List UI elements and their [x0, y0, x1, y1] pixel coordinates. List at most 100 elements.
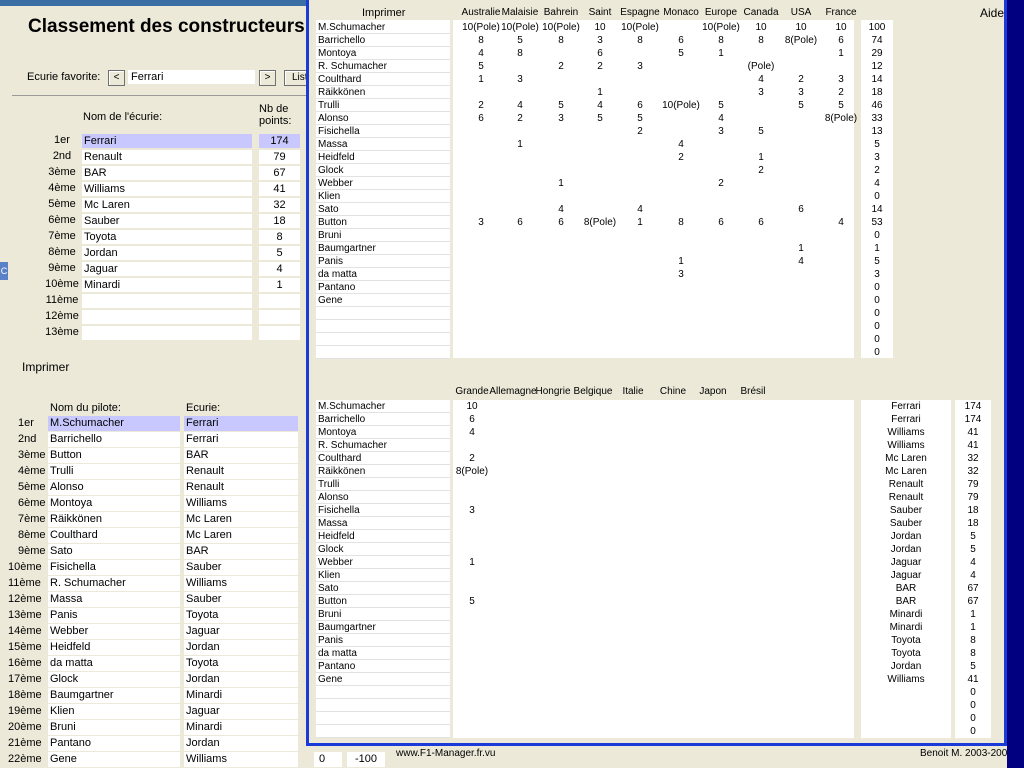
driver-team-cell[interactable]: Mc Laren [184, 528, 298, 543]
driver-team: Jordan [890, 544, 922, 555]
driver-team-cell[interactable]: Ferrari [184, 432, 298, 447]
driver-name-cell[interactable]: Sato [48, 544, 180, 559]
team-points-cell[interactable]: 32 [259, 198, 300, 212]
team-name-cell[interactable]: Minardi [82, 278, 252, 292]
print-button[interactable]: Imprimer [362, 7, 405, 19]
team-points-cell[interactable] [259, 326, 300, 340]
driver-team-cell[interactable]: Mc Laren [184, 512, 298, 527]
window-edge-tab[interactable]: C [0, 262, 8, 280]
team-name-cell[interactable]: BAR [82, 166, 252, 180]
team-name-cell[interactable]: Renault [82, 150, 252, 164]
team-name-cell[interactable] [82, 310, 252, 324]
team-points-cell[interactable]: 79 [259, 150, 300, 164]
desktop-background [1007, 0, 1024, 768]
team-rank: 10ème [45, 278, 79, 290]
team-points-cell[interactable]: 18 [259, 214, 300, 228]
team-points-cell[interactable]: 4 [259, 262, 300, 276]
next-team-button[interactable]: > [259, 70, 276, 86]
driver-name-cell[interactable]: R. Schumacher [48, 576, 180, 591]
driver-name-cell[interactable]: Alonso [48, 480, 180, 495]
driver-name-cell[interactable]: da matta [48, 656, 180, 671]
row-separator [316, 358, 450, 359]
driver-total: 0 [874, 282, 880, 293]
driver-team: Mc Laren [885, 453, 927, 464]
help-link[interactable]: Aide [980, 6, 1004, 20]
team-points: 18 [967, 505, 979, 516]
driver-name-cell[interactable]: Barrichello [48, 432, 180, 447]
team-name-cell[interactable] [82, 326, 252, 340]
team-points-cell[interactable]: 8 [259, 230, 300, 244]
driver-name-cell[interactable]: M.Schumacher [48, 416, 180, 431]
previous-team-button[interactable]: < [108, 70, 125, 86]
driver-team-cell[interactable]: Williams [184, 576, 298, 591]
driver-team-cell[interactable]: Jordan [184, 736, 298, 751]
driver-name-cell[interactable]: Massa [48, 592, 180, 607]
driver-name-cell[interactable]: Coulthard [48, 528, 180, 543]
race-result: 1 [838, 48, 844, 59]
driver-team-cell[interactable]: Minardi [184, 720, 298, 735]
driver-name-cell[interactable]: Button [48, 448, 180, 463]
driver-team-cell[interactable]: Toyota [184, 656, 298, 671]
driver-team-cell[interactable]: Ferrari [184, 416, 298, 431]
driver-team-cell[interactable]: Toyota [184, 608, 298, 623]
team-name-cell[interactable]: Williams [82, 182, 252, 196]
driver-team-cell[interactable]: BAR [184, 448, 298, 463]
driver-name-cell[interactable]: Webber [48, 624, 180, 639]
value-field[interactable]: -100 [347, 752, 385, 767]
driver-team-cell[interactable]: Jaguar [184, 704, 298, 719]
driver-name-cell[interactable]: Panis [48, 608, 180, 623]
team-name-cell[interactable]: Jaguar [82, 262, 252, 276]
driver-total: 3 [874, 152, 880, 163]
driver-team-cell[interactable]: Renault [184, 464, 298, 479]
value-field[interactable]: 0 [314, 752, 342, 767]
driver-team-cell[interactable]: Jordan [184, 640, 298, 655]
driver-total: 0 [874, 295, 880, 306]
race-result: 5 [637, 113, 643, 124]
driver-total: 1 [874, 243, 880, 254]
driver-name-cell[interactable]: Pantano [48, 736, 180, 751]
team-points-cell[interactable]: 41 [259, 182, 300, 196]
team-points-cell[interactable] [259, 294, 300, 308]
driver-name-cell[interactable]: Klien [48, 704, 180, 719]
team-name-cell[interactable]: Jordan [82, 246, 252, 260]
driver-team-cell[interactable]: Williams [184, 496, 298, 511]
driver-team-cell[interactable]: Sauber [184, 560, 298, 575]
driver-team-cell[interactable]: Jordan [184, 672, 298, 687]
driver-name-cell[interactable]: Glock [48, 672, 180, 687]
driver-name-cell[interactable]: Fisichella [48, 560, 180, 575]
race-result: 3 [678, 269, 684, 280]
driver-rank: 22ème [8, 753, 42, 765]
race-result: 2 [838, 87, 844, 98]
window-titlebar[interactable] [0, 0, 306, 6]
driver-team-cell[interactable]: Minardi [184, 688, 298, 703]
driver-team-cell[interactable]: Sauber [184, 592, 298, 607]
driver-name-cell[interactable]: Trulli [48, 464, 180, 479]
team-points-cell[interactable]: 174 [259, 134, 300, 148]
driver-team-cell[interactable]: BAR [184, 544, 298, 559]
driver-rank: 19ème [8, 705, 42, 717]
team-points-cell[interactable] [259, 310, 300, 324]
driver-name-cell[interactable]: Räikkönen [48, 512, 180, 527]
race-result: 6 [469, 414, 475, 425]
team-name-cell[interactable]: Mc Laren [82, 198, 252, 212]
driver-team-cell[interactable]: Jaguar [184, 624, 298, 639]
driver-team-cell[interactable]: Renault [184, 480, 298, 495]
favorite-team-field[interactable] [128, 70, 255, 84]
team-rank: 8ème [48, 246, 76, 258]
driver-name-cell[interactable]: Baumgartner [48, 688, 180, 703]
driver-name-cell[interactable]: Heidfeld [48, 640, 180, 655]
team-name-cell[interactable]: Sauber [82, 214, 252, 228]
driver-name-cell[interactable]: Montoya [48, 496, 180, 511]
website-link[interactable]: www.F1-Manager.fr.vu [396, 748, 495, 759]
team-points-cell[interactable]: 67 [259, 166, 300, 180]
team-points-cell[interactable]: 1 [259, 278, 300, 292]
team-name-cell[interactable]: Ferrari [82, 134, 252, 148]
driver-total: 0 [874, 347, 880, 358]
print-button[interactable]: Imprimer [22, 360, 69, 374]
team-points-cell[interactable]: 5 [259, 246, 300, 260]
driver-team-cell[interactable]: Williams [184, 752, 298, 767]
driver-name-cell[interactable]: Bruni [48, 720, 180, 735]
team-name-cell[interactable]: Toyota [82, 230, 252, 244]
team-name-cell[interactable] [82, 294, 252, 308]
driver-name-cell[interactable]: Gene [48, 752, 180, 767]
